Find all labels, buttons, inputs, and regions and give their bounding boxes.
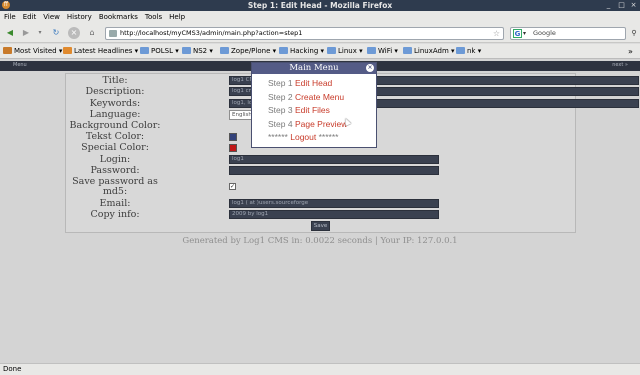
status-text: Done xyxy=(3,365,22,373)
google-icon[interactable]: G xyxy=(513,29,522,38)
logout-item[interactable]: ****** Logout ****** xyxy=(268,132,338,142)
save-button[interactable]: Save xyxy=(311,221,330,231)
email-label: Email: xyxy=(99,198,131,209)
step-link: Edit Head xyxy=(294,78,333,88)
menu-edit[interactable]: Edit xyxy=(19,11,40,21)
dialog-title: Main Menu xyxy=(289,63,339,73)
bookmark-folder-nk[interactable]: nk ▾ xyxy=(456,46,481,57)
status-bar: Done xyxy=(0,363,640,375)
menu-help[interactable]: Help xyxy=(165,11,188,21)
menu-tools[interactable]: Tools xyxy=(141,11,165,21)
search-placeholder: Google xyxy=(533,29,556,37)
close-window-icon[interactable]: × xyxy=(629,1,638,10)
bookmark-folder-hacking[interactable]: Hacking ▾ xyxy=(279,46,324,57)
folder-icon xyxy=(220,47,229,54)
folder-icon xyxy=(182,47,191,54)
password-label: Password: xyxy=(90,165,140,176)
save-password-md5-checkbox[interactable]: ✓ xyxy=(229,183,236,190)
bookmark-folder-ns2[interactable]: NS2 ▾ xyxy=(182,46,213,57)
window-titlebar: ff Step 1: Edit Head - Mozilla Firefox _… xyxy=(0,0,640,11)
bookmarks-overflow-icon[interactable]: » xyxy=(628,46,633,57)
most-visited-icon xyxy=(3,47,12,54)
rss-icon xyxy=(63,47,72,54)
text-color-label: Tekst Color: xyxy=(85,131,145,142)
menu-link[interactable]: Menu xyxy=(13,62,27,68)
login-label: Login: xyxy=(99,154,131,165)
bookmark-folder-linux[interactable]: Linux ▾ xyxy=(327,46,363,57)
email-field[interactable]: log1 ( at )users.sourceforge xyxy=(229,199,439,208)
special-color-swatch[interactable] xyxy=(229,144,237,152)
step-1-item[interactable]: Step 1 Edit Head xyxy=(268,78,332,88)
navigation-toolbar: ◀ ▶ ▾ ↻ × ⌂ http://localhost/myCMS3/admi… xyxy=(0,24,640,43)
folder-icon xyxy=(327,47,336,54)
text-color-swatch[interactable] xyxy=(229,133,237,141)
chevron-down-icon[interactable]: ▾ xyxy=(523,28,526,39)
page-favicon-icon xyxy=(109,30,117,37)
folder-icon xyxy=(456,47,465,54)
window-title: Step 1: Edit Head - Mozilla Firefox xyxy=(247,1,393,10)
language-label: Language: xyxy=(89,109,141,120)
maximize-icon[interactable]: □ xyxy=(617,1,626,10)
menu-file[interactable]: File xyxy=(0,11,19,21)
home-icon[interactable]: ⌂ xyxy=(86,27,98,39)
logout-link: Logout xyxy=(290,132,317,142)
folder-icon xyxy=(367,47,376,54)
forward-icon[interactable]: ▶ xyxy=(20,27,32,39)
background-color-label: Background Color: xyxy=(69,120,161,131)
menu-bar: File Edit View History Bookmarks Tools Help xyxy=(0,11,640,24)
search-magnifier-icon[interactable]: ⚲ xyxy=(628,27,640,39)
menu-view[interactable]: View xyxy=(39,11,63,21)
bookmark-folder-wifi[interactable]: WiFi ▾ xyxy=(367,46,398,57)
folder-icon xyxy=(140,47,149,54)
url-text: http://localhost/myCMS3/admin/main.php?a… xyxy=(120,29,303,37)
history-dropdown-icon[interactable]: ▾ xyxy=(34,27,46,39)
save-password-label: Save password as md5: xyxy=(72,176,158,197)
search-input[interactable]: G ▾ Google xyxy=(510,27,626,40)
step-link: Edit Files xyxy=(294,105,330,115)
bookmark-star-icon[interactable]: ☆ xyxy=(493,28,500,39)
menu-history[interactable]: History xyxy=(63,11,95,21)
step-4-item[interactable]: Step 4 Page Preview xyxy=(268,119,347,129)
bookmark-latest-headlines[interactable]: Latest Headlines ▾ xyxy=(63,46,138,57)
dialog-header: Main Menu × xyxy=(252,63,376,74)
password-field[interactable] xyxy=(229,166,439,175)
title-label: Title: xyxy=(102,75,128,86)
main-menu-dialog: Main Menu × Step 1 Edit Head Step 2 Crea… xyxy=(251,62,377,148)
bookmark-folder-polsl[interactable]: POLSL ▾ xyxy=(140,46,179,57)
next-link[interactable]: next » xyxy=(612,62,628,68)
bookmarks-toolbar: Most Visited ▾ Latest Headlines ▾ POLSL … xyxy=(0,44,640,59)
step-3-item[interactable]: Step 3 Edit Files xyxy=(268,105,330,115)
bookmark-most-visited[interactable]: Most Visited ▾ xyxy=(3,46,62,57)
bookmark-folder-zope-plone[interactable]: Zope/Plone ▾ xyxy=(220,46,276,57)
reload-icon[interactable]: ↻ xyxy=(50,27,62,39)
step-link: Create Menu xyxy=(294,92,345,102)
bookmark-folder-linuxadm[interactable]: LinuxAdm ▾ xyxy=(403,46,455,57)
page-footer: Generated by Log1 CMS in: 0.0022 seconds… xyxy=(182,236,458,246)
step-2-item[interactable]: Step 2 Create Menu xyxy=(268,92,344,102)
url-bar[interactable]: http://localhost/myCMS3/admin/main.php?a… xyxy=(105,27,504,40)
step-link: Page Preview xyxy=(294,119,348,129)
menu-bookmarks[interactable]: Bookmarks xyxy=(95,11,141,21)
login-field[interactable]: log1 xyxy=(229,155,439,164)
folder-icon xyxy=(403,47,412,54)
minimize-icon[interactable]: _ xyxy=(604,1,613,10)
special-color-label: Special Color: xyxy=(81,142,149,153)
keywords-label: Keywords: xyxy=(89,98,141,109)
back-icon[interactable]: ◀ xyxy=(4,27,16,39)
close-icon[interactable]: × xyxy=(366,64,374,72)
copy-info-label: Copy info: xyxy=(90,209,140,220)
stop-icon[interactable]: × xyxy=(68,27,80,39)
copy-info-field[interactable]: 2009 by log1 xyxy=(229,210,439,219)
folder-icon xyxy=(279,47,288,54)
description-label: Description: xyxy=(85,86,145,97)
